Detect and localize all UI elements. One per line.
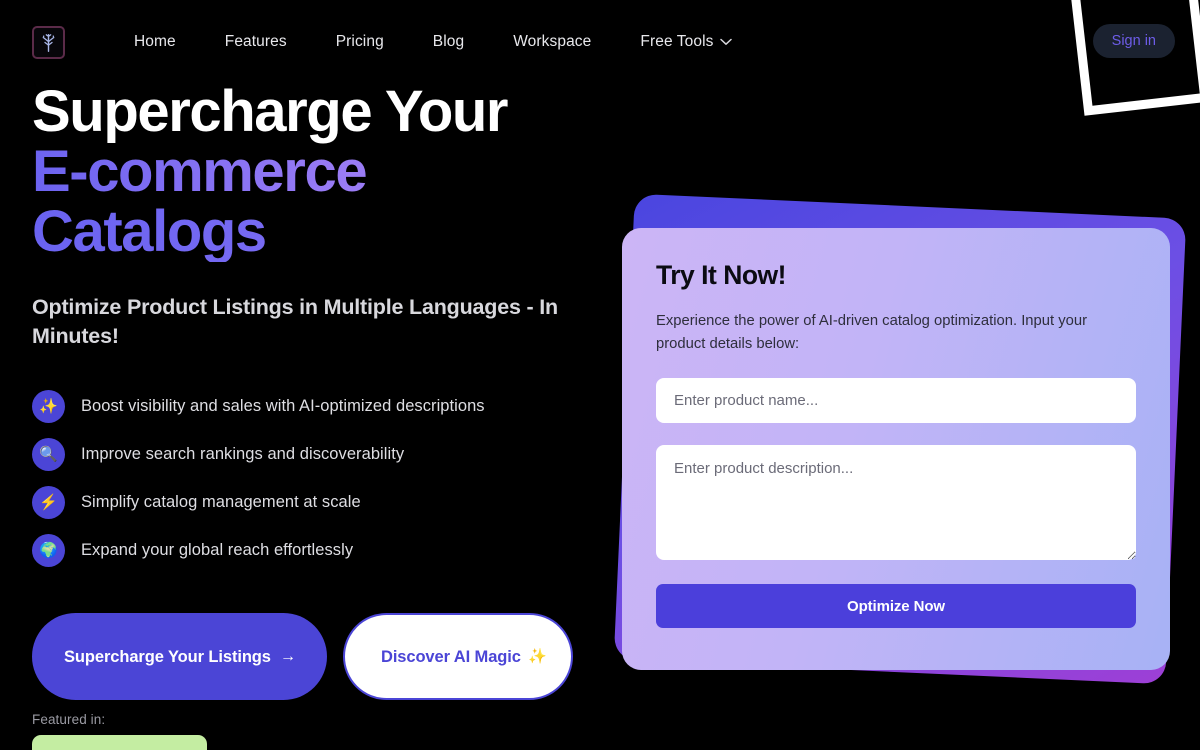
nav-link-pricing[interactable]: Pricing <box>336 27 384 57</box>
nav-link-blog[interactable]: Blog <box>433 27 464 57</box>
supercharge-listings-button[interactable]: Supercharge Your Listings → <box>32 613 327 700</box>
featured-in-label: Featured in: <box>32 712 106 727</box>
lightning-icon: ⚡ <box>32 485 65 519</box>
trial-card-description: Experience the power of AI-driven catalo… <box>656 313 1087 352</box>
nav-link-features[interactable]: Features <box>225 27 287 57</box>
magnifier-icon: 🔍 <box>32 437 65 471</box>
trial-card-title: Try It Now! <box>656 260 786 290</box>
product-name-input[interactable] <box>656 378 1136 423</box>
sign-in-button[interactable]: Sign in <box>1092 24 1175 58</box>
trial-card-zone: Try It Now! Experience the power of AI-d… <box>600 180 1200 720</box>
list-item: 🌍 Expand your global reach effortlessly <box>32 526 612 574</box>
hero-subheadline: Optimize Product Listings in Multiple La… <box>32 295 558 348</box>
feature-text: Boost visibility and sales with AI-optim… <box>81 396 485 415</box>
cta-secondary-label: Discover AI Magic <box>381 647 521 666</box>
discover-ai-magic-button[interactable]: Discover AI Magic ✨ <box>343 613 573 700</box>
headline-line-2: E-commerce <box>32 142 612 202</box>
nav-link-free-tools[interactable]: Free Tools <box>640 27 733 57</box>
feature-list: ✨ Boost visibility and sales with AI-opt… <box>32 382 612 574</box>
optimize-now-button[interactable]: Optimize Now <box>656 584 1136 628</box>
tree-logo-icon[interactable] <box>32 25 65 59</box>
feature-text: Improve search rankings and discoverabil… <box>81 444 405 463</box>
list-item: ⚡ Simplify catalog management at scale <box>32 478 612 526</box>
cta-primary-label: Supercharge Your Listings <box>64 647 271 666</box>
list-item: ✨ Boost visibility and sales with AI-opt… <box>32 382 612 430</box>
featured-logo-badge <box>32 735 207 750</box>
sparkles-icon: ✨ <box>32 389 65 423</box>
main-navigation: Home Features Pricing Blog Workspace Fre… <box>0 0 1200 84</box>
hero-left-column: Supercharge Your E-commerce Catalogs Opt… <box>32 82 612 700</box>
try-it-now-card: Try It Now! Experience the power of AI-d… <box>622 228 1170 670</box>
arrow-right-icon: → <box>280 647 296 665</box>
sparkles-icon: ✨ <box>528 648 547 665</box>
nav-link-workspace[interactable]: Workspace <box>513 27 591 57</box>
nav-links: Home Features Pricing Blog Workspace Fre… <box>134 27 733 57</box>
landing-page: Home Features Pricing Blog Workspace Fre… <box>0 0 1200 750</box>
cta-button-group: Supercharge Your Listings → Discover AI … <box>32 613 612 700</box>
featured-in-section: Featured in: <box>32 712 207 750</box>
product-description-input[interactable] <box>656 445 1136 560</box>
nav-link-free-tools-label: Free Tools <box>640 33 714 50</box>
page-title: Supercharge Your E-commerce Catalogs <box>32 82 612 262</box>
feature-text: Simplify catalog management at scale <box>81 492 361 511</box>
headline-line-3: Catalogs <box>32 202 612 262</box>
nav-link-home[interactable]: Home <box>134 27 176 57</box>
globe-icon: 🌍 <box>32 533 65 567</box>
headline-line-1: Supercharge Your <box>32 79 508 144</box>
list-item: 🔍 Improve search rankings and discoverab… <box>32 430 612 478</box>
chevron-down-icon <box>720 38 733 45</box>
feature-text: Expand your global reach effortlessly <box>81 540 354 559</box>
